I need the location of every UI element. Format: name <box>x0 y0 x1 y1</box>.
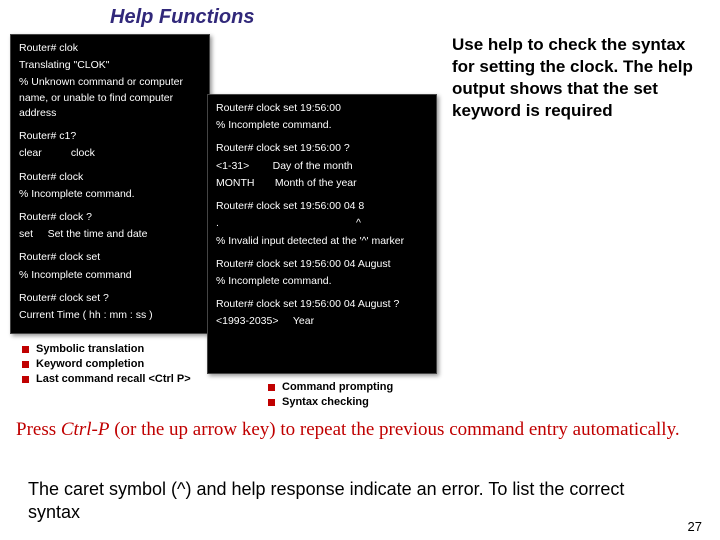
list-item: Syntax checking <box>268 395 393 410</box>
term-line: Router# clock set 19:56:00 ? <box>216 141 428 156</box>
list-item: Command prompting <box>268 380 393 395</box>
term-line: Router# clock set 19:56:00 04 8 <box>216 199 428 214</box>
term-line: % Incomplete command <box>19 268 201 283</box>
term-block: Router# clock set 19:56:00 ? <1-31> Day … <box>216 141 428 191</box>
term-line: Router# clock set 19:56:00 <box>216 101 428 116</box>
term-block: Router# clock set 19:56:00 04 August ? <… <box>216 297 428 329</box>
term-line: Router# clock <box>19 170 201 185</box>
term-line: set Set the time and date <box>19 227 201 242</box>
term-line: Translating "CLOK" <box>19 58 201 73</box>
page-number: 27 <box>688 519 702 534</box>
term-block: Router# clock set 19:56:00 % Incomplete … <box>216 101 428 133</box>
term-block: Router# clock set 19:56:00 04 8 . ^ % In… <box>216 199 428 249</box>
explanation-text: Use help to check the syntax for setting… <box>452 34 702 122</box>
term-line: clear clock <box>19 146 201 161</box>
tip-text: (or the up arrow key) to repeat the prev… <box>109 419 679 440</box>
caret-note: The caret symbol (^) and help response i… <box>28 478 668 525</box>
term-block: Router# clok Translating "CLOK" % Unknow… <box>19 41 201 121</box>
tip-note: Press Ctrl-P (or the up arrow key) to re… <box>16 418 696 442</box>
term-block: Router# clock ? set Set the time and dat… <box>19 210 201 242</box>
term-line: Router# c1? <box>19 129 201 144</box>
terminal-left: Router# clok Translating "CLOK" % Unknow… <box>10 34 210 334</box>
term-line: Router# clok <box>19 41 201 56</box>
term-block: Router# c1? clear clock <box>19 129 201 161</box>
term-line: . ^ <box>216 216 428 231</box>
terminal-right: Router# clock set 19:56:00 % Incomplete … <box>207 94 437 374</box>
term-line: <1993-2035> Year <box>216 314 428 329</box>
slide-title: Help Functions <box>110 6 254 29</box>
term-block: Router# clock % Incomplete command. <box>19 170 201 202</box>
term-line: % Incomplete command. <box>216 274 428 289</box>
feature-list-right: Command prompting Syntax checking <box>268 380 393 410</box>
term-line: Router# clock set <box>19 250 201 265</box>
term-line: Router# clock ? <box>19 210 201 225</box>
feature-list-left: Symbolic translation Keyword completion … <box>22 342 191 387</box>
term-block: Router# clock set ? Current Time ( hh : … <box>19 291 201 323</box>
list-item: Keyword completion <box>22 357 191 372</box>
tip-keystroke: Ctrl-P <box>61 419 110 440</box>
term-line: % Incomplete command. <box>216 118 428 133</box>
list-item: Symbolic translation <box>22 342 191 357</box>
list-item: Last command recall <Ctrl P> <box>22 372 191 387</box>
term-block: Router# clock set 19:56:00 04 August % I… <box>216 257 428 289</box>
term-block: Router# clock set % Incomplete command <box>19 250 201 282</box>
term-line: % Invalid input detected at the '^' mark… <box>216 234 428 249</box>
term-line: Router# clock set ? <box>19 291 201 306</box>
term-line: Current Time ( hh : mm : ss ) <box>19 308 201 323</box>
term-line: MONTH Month of the year <box>216 176 428 191</box>
term-line: % Incomplete command. <box>19 187 201 202</box>
tip-text: Press <box>16 419 61 440</box>
term-line: Router# clock set 19:56:00 04 August <box>216 257 428 272</box>
term-line: <1-31> Day of the month <box>216 159 428 174</box>
term-line: Router# clock set 19:56:00 04 August ? <box>216 297 428 312</box>
term-line: % Unknown command or computer name, or u… <box>19 75 201 121</box>
